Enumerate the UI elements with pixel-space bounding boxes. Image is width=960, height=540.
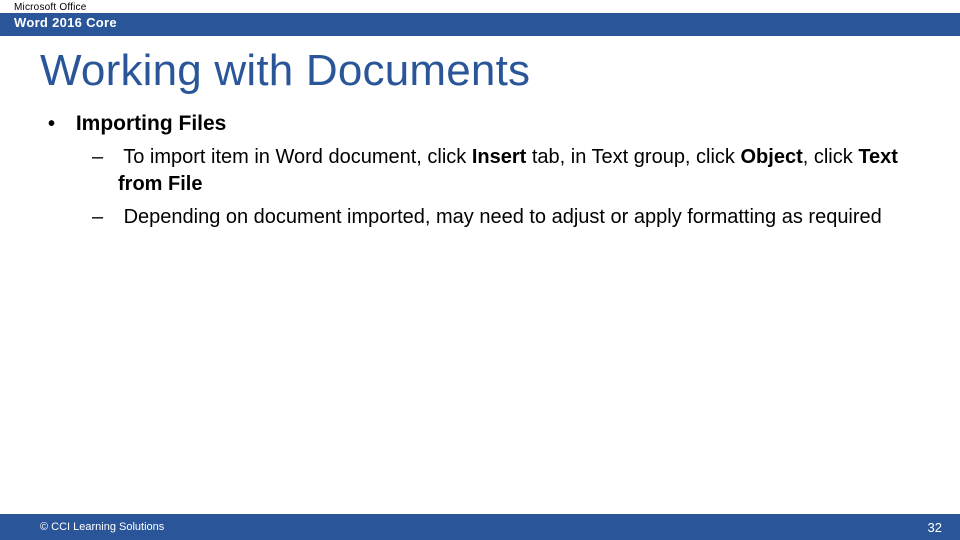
text-run: To import item in Word document, click: [123, 146, 472, 168]
slide-footer: © CCI Learning Solutions 32: [0, 514, 960, 540]
slide-header: Microsoft Office Word 2016 Core: [0, 0, 960, 36]
bullet-level1: Importing Files To import item in Word d…: [48, 110, 920, 231]
bullet-level2-item: To import item in Word document, click I…: [92, 144, 920, 198]
slide-content: Importing Files To import item in Word d…: [0, 110, 960, 231]
brand-label: Microsoft Office: [0, 0, 960, 13]
page-number: 32: [928, 520, 942, 535]
text-run: tab, in Text group, click: [526, 146, 740, 168]
bold-run-insert: Insert: [472, 146, 526, 168]
bold-run-object: Object: [741, 146, 803, 168]
text-run: Depending on document imported, may need…: [124, 206, 882, 228]
copyright-label: © CCI Learning Solutions: [40, 521, 164, 533]
product-label: Word 2016 Core: [0, 13, 960, 36]
bullet-level1-text: Importing Files: [76, 112, 227, 135]
bullet-level2-item: Depending on document imported, may need…: [92, 204, 920, 231]
text-run: , click: [803, 146, 859, 168]
slide-title: Working with Documents: [0, 36, 960, 110]
